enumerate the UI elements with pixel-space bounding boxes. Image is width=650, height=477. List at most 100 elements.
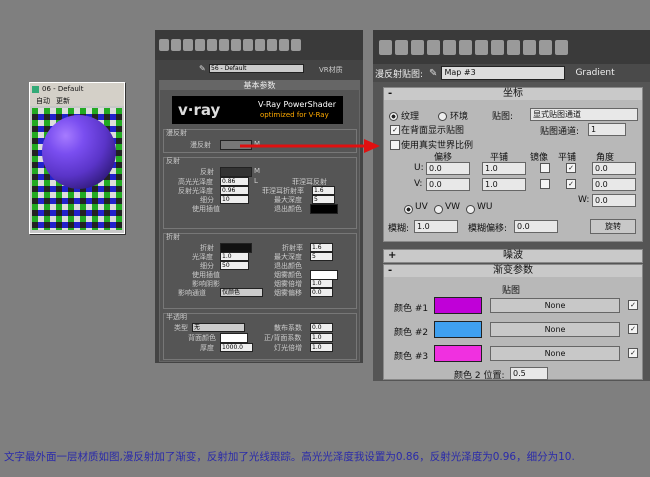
coordinates-header[interactable]: - 坐标 <box>384 88 642 100</box>
gradient-params-rollout: - 渐变参数 贴图 颜色 #1 None ✓ 颜色 #2 None ✓ 颜色 #… <box>383 264 643 381</box>
refl-subdivs-input[interactable]: 10 <box>220 195 249 204</box>
u-tiling-input[interactable]: 1.0 <box>482 162 526 175</box>
refract-subdivs-input[interactable]: 50 <box>220 261 249 270</box>
color3-map-checkbox[interactable]: ✓ <box>628 348 638 358</box>
rotate-button[interactable]: 旋转 <box>590 219 636 234</box>
refl-gloss-input[interactable]: 0.96 <box>220 186 249 195</box>
show-map-icon[interactable] <box>255 39 265 51</box>
vw-radio[interactable] <box>434 205 443 214</box>
light-mult-label: 灯光倍增 <box>274 344 302 352</box>
reset-icon[interactable] <box>195 39 205 51</box>
color2-position-input[interactable]: 0.5 <box>510 367 548 380</box>
affect-channels-dropdown[interactable]: 仅颜色 <box>220 288 263 297</box>
map-type-button[interactable]: Gradient <box>575 68 614 78</box>
mapping-dropdown[interactable]: 显式贴图通道 <box>530 108 638 121</box>
copy-material-icon[interactable] <box>443 39 456 55</box>
show-end-icon[interactable] <box>523 39 536 55</box>
material-id-icon[interactable] <box>491 39 504 55</box>
refl-max-depth-input[interactable]: 5 <box>312 195 335 204</box>
unique-icon[interactable] <box>459 39 472 55</box>
eyedropper-icon[interactable]: ✎ <box>199 64 206 73</box>
back-color-swatch[interactable] <box>220 333 248 343</box>
fwd-back-coef-input[interactable]: 1.0 <box>310 333 333 342</box>
reset-icon[interactable] <box>427 39 440 55</box>
v-tile-checkbox[interactable]: ✓ <box>566 179 576 189</box>
go-sibling-icon[interactable] <box>291 39 301 51</box>
get-material-icon[interactable] <box>379 39 392 55</box>
show-map-icon[interactable] <box>507 39 520 55</box>
put-to-scene-icon[interactable] <box>171 39 181 51</box>
texture-radio[interactable] <box>389 112 398 121</box>
reflect-color-swatch[interactable] <box>220 167 252 177</box>
fog-mult-input[interactable]: 1.0 <box>310 279 333 288</box>
material-window-titlebar[interactable]: 06 - Default <box>30 83 124 95</box>
map-name-dropdown[interactable]: Map #3 <box>441 66 566 80</box>
thickness-input[interactable]: 1000.0 <box>220 343 253 352</box>
menu-auto[interactable]: 自动 <box>36 96 50 106</box>
translucency-header: 半透明 <box>166 313 187 321</box>
color1-map-checkbox[interactable]: ✓ <box>628 300 638 310</box>
reflect-map-button[interactable]: M <box>254 167 260 175</box>
u-mirror-checkbox[interactable] <box>540 163 550 173</box>
w-label: W: <box>578 195 590 205</box>
eyedropper-icon[interactable]: ✎ <box>429 68 437 79</box>
assign-material-icon[interactable] <box>183 39 193 51</box>
get-material-icon[interactable] <box>159 39 169 51</box>
material-name-dropdown[interactable]: 56 - Default <box>209 64 304 73</box>
color1-map-button[interactable]: None <box>490 298 620 313</box>
refl-interp-label[interactable]: 使用插值 <box>192 204 220 214</box>
show-end-icon[interactable] <box>267 39 277 51</box>
color2-swatch[interactable] <box>434 321 482 338</box>
blur-input[interactable]: 1.0 <box>414 220 458 233</box>
w-angle-input[interactable]: 0.0 <box>592 194 636 207</box>
copy-material-icon[interactable] <box>207 39 217 51</box>
go-parent-icon[interactable] <box>539 39 552 55</box>
go-sibling-icon[interactable] <box>555 39 568 55</box>
material-id-icon[interactable] <box>243 39 253 51</box>
color3-swatch[interactable] <box>434 345 482 362</box>
color1-swatch[interactable] <box>434 297 482 314</box>
blur-offset-input[interactable]: 0.0 <box>514 220 558 233</box>
color2-map-checkbox[interactable]: ✓ <box>628 324 638 334</box>
v-mirror-checkbox[interactable] <box>540 179 550 189</box>
color3-map-button[interactable]: None <box>490 346 620 361</box>
ior-input[interactable]: 1.6 <box>310 243 333 252</box>
unique-icon[interactable] <box>219 39 229 51</box>
wu-radio[interactable] <box>466 205 475 214</box>
fresnel-ior-input[interactable]: 1.6 <box>312 186 335 195</box>
material-type-label[interactable]: VR材质 <box>319 65 343 75</box>
hilight-gloss-input[interactable]: 0.86 <box>220 177 249 186</box>
refract-max-depth-input[interactable]: 5 <box>310 252 333 261</box>
menu-update[interactable]: 更新 <box>56 96 70 106</box>
library-icon[interactable] <box>475 39 488 55</box>
basic-params-header[interactable]: 基本参数 <box>160 81 359 90</box>
assign-material-icon[interactable] <box>411 39 424 55</box>
v-tiling-input[interactable]: 1.0 <box>482 178 526 191</box>
v-offset-input[interactable]: 0.0 <box>426 178 470 191</box>
refl-exit-color-swatch[interactable] <box>310 204 338 214</box>
collapse-sign: - <box>388 265 393 276</box>
u-angle-input[interactable]: 0.0 <box>592 162 636 175</box>
refract-gloss-input[interactable]: 1.0 <box>220 252 249 261</box>
translucency-type-dropdown[interactable]: 无 <box>192 323 245 332</box>
affect-channels-label: 影响通道 <box>178 289 206 297</box>
u-tile-checkbox[interactable]: ✓ <box>566 163 576 173</box>
lock-button[interactable]: L <box>254 177 258 185</box>
refraction-group: 折射 折射 折射率 1.6 光泽度 1.0 最大深度 5 细分 50 退出颜色 … <box>163 233 357 309</box>
fog-bias-input[interactable]: 0.0 <box>310 288 333 297</box>
go-parent-icon[interactable] <box>279 39 289 51</box>
put-to-scene-icon[interactable] <box>395 39 408 55</box>
light-mult-input[interactable]: 1.0 <box>310 343 333 352</box>
environ-radio[interactable] <box>438 112 447 121</box>
map-channel-input[interactable]: 1 <box>588 123 626 136</box>
uv-radio[interactable] <box>404 205 413 214</box>
scatter-coef-input[interactable]: 0.0 <box>310 323 333 332</box>
gradient-params-header[interactable]: - 渐变参数 <box>384 265 642 277</box>
library-icon[interactable] <box>231 39 241 51</box>
noise-header[interactable]: + 噪波 <box>384 250 642 262</box>
real-world-checkbox[interactable] <box>390 140 400 150</box>
show-map-back-checkbox[interactable]: ✓ <box>390 125 400 135</box>
color2-map-button[interactable]: None <box>490 322 620 337</box>
v-angle-input[interactable]: 0.0 <box>592 178 636 191</box>
u-offset-input[interactable]: 0.0 <box>426 162 470 175</box>
